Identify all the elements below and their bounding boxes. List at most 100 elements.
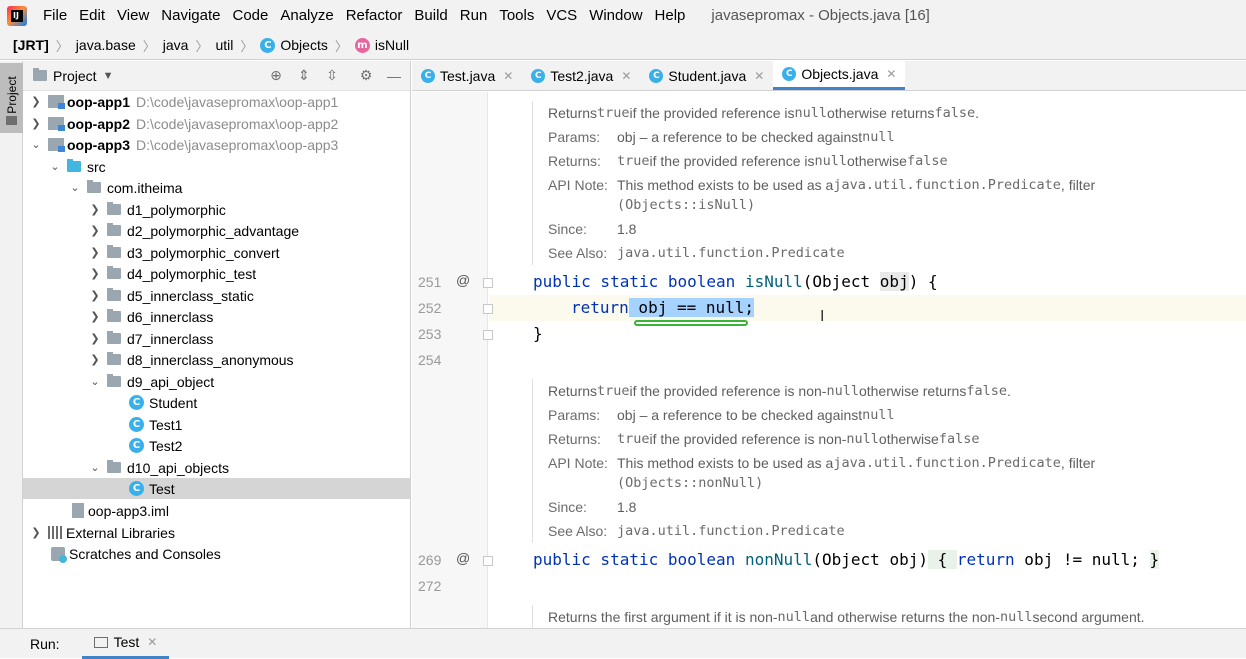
chevron-right-icon[interactable]: ❯ <box>88 267 102 280</box>
close-icon[interactable]: ✕ <box>503 69 513 83</box>
menu-analyze[interactable]: Analyze <box>274 7 339 24</box>
chevron-right-icon[interactable]: ❯ <box>29 117 43 130</box>
menu-window[interactable]: Window <box>583 7 648 24</box>
doc-link[interactable]: java.util.function.Predicate <box>833 451 1061 475</box>
chevron-right-icon[interactable]: ❯ <box>88 203 102 216</box>
menu-tools[interactable]: Tools <box>493 7 540 24</box>
tree-item-class[interactable]: C Test1 <box>23 414 410 435</box>
tree-item-class[interactable]: C Student <box>23 392 410 413</box>
tree-item-label: Test <box>149 480 175 497</box>
tree-item-external-libraries[interactable]: ❯ External Libraries <box>23 522 410 543</box>
chevron-down-icon[interactable]: ▼ <box>103 70 114 82</box>
chevron-right-icon[interactable]: ❯ <box>88 246 102 259</box>
chevron-right-icon[interactable]: ❯ <box>29 526 43 539</box>
tree-item-package[interactable]: ❯ d3_polymorphic_convert <box>23 242 410 263</box>
override-marker-icon[interactable]: @ <box>456 550 470 566</box>
menu-build[interactable]: Build <box>408 7 453 24</box>
chevron-right-icon: 〉 <box>334 38 348 54</box>
menu-navigate[interactable]: Navigate <box>155 7 226 24</box>
chevron-down-icon[interactable]: ⌄ <box>68 181 82 194</box>
collapse-all-icon[interactable]: ⇳ <box>324 67 340 84</box>
tree-item-label: com.itheima <box>107 179 183 196</box>
line-number: 269 <box>418 552 442 568</box>
override-marker-icon[interactable]: @ <box>456 272 470 288</box>
chevron-right-icon[interactable]: ❯ <box>88 332 102 345</box>
tab-student-java[interactable]: C Student.java ✕ <box>640 61 773 90</box>
fold-toggle-icon[interactable] <box>483 556 493 566</box>
chevron-right-icon[interactable]: ❯ <box>88 289 102 302</box>
doc-api-note-cont: (Objects::nonNull) <box>617 475 764 491</box>
chevron-right-icon[interactable]: ❯ <box>29 95 43 108</box>
close-icon[interactable]: ✕ <box>886 67 896 81</box>
doc-returns: Returns: true if the provided reference i… <box>548 431 980 447</box>
close-icon[interactable]: ✕ <box>147 635 157 649</box>
tree-item-com-itheima[interactable]: ⌄ com.itheima <box>23 177 410 198</box>
tab-objects-java[interactable]: C Objects.java ✕ <box>773 61 906 90</box>
doc-link[interactable]: java.util.function.Predicate <box>617 241 845 265</box>
window-title: javasepromax - Objects.java [16] <box>711 7 930 24</box>
breadcrumb-item-objects[interactable]: C Objects <box>260 37 328 53</box>
breadcrumb-item-isnull[interactable]: m isNull <box>354 37 409 53</box>
menu-help[interactable]: Help <box>649 7 692 24</box>
locate-target-icon[interactable]: ⊕ <box>268 67 284 84</box>
tab-test-java[interactable]: C Test.java ✕ <box>412 61 522 90</box>
tree-item-package[interactable]: ❯ d2_polymorphic_advantage <box>23 220 410 241</box>
tree-item-iml-file[interactable]: oop-app3.iml <box>23 500 410 521</box>
breadcrumb-item-jrt[interactable]: [JRT] <box>13 37 49 53</box>
tree-item-oop-app2[interactable]: ❯ oop-app2 D:\code\javasepromax\oop-app2 <box>23 113 410 134</box>
menu-refactor[interactable]: Refactor <box>340 7 409 24</box>
chevron-down-icon[interactable]: ⌄ <box>88 461 102 474</box>
tree-item-package[interactable]: ⌄ d10_api_objects <box>23 457 410 478</box>
menu-vcs[interactable]: VCS <box>540 7 583 24</box>
module-icon <box>48 117 65 131</box>
menu-edit[interactable]: Edit <box>73 7 111 24</box>
breadcrumb-item-java-base[interactable]: java.base <box>76 37 136 53</box>
tree-item-class-selected[interactable]: C Test <box>23 478 410 499</box>
chevron-down-icon[interactable]: ⌄ <box>48 160 62 173</box>
tree-item-package[interactable]: ⌄ d9_api_object <box>23 371 410 392</box>
tree-item-src[interactable]: ⌄ src <box>23 156 410 177</box>
doc-see-also: See Also: java.util.function.Predicate <box>548 241 1232 265</box>
tree-item-package[interactable]: ❯ d8_innerclass_anonymous <box>23 349 410 370</box>
chevron-down-icon[interactable]: ⌄ <box>88 375 102 388</box>
tree-item-package[interactable]: ❯ d4_polymorphic_test <box>23 263 410 284</box>
fold-toggle-icon[interactable] <box>483 304 493 314</box>
menu-code[interactable]: Code <box>226 7 274 24</box>
code-editor[interactable]: 251 252 253 254 269 272 @ @ Returns true… <box>412 92 1246 628</box>
module-icon <box>48 138 65 152</box>
tab-test2-java[interactable]: C Test2.java ✕ <box>522 61 640 90</box>
close-icon[interactable]: ✕ <box>754 69 764 83</box>
menu-view[interactable]: View <box>111 7 155 24</box>
minimize-icon[interactable]: — <box>386 68 402 84</box>
project-view-selector[interactable]: Project <box>53 68 97 84</box>
chevron-down-icon[interactable]: ⌄ <box>29 138 43 151</box>
run-tab-test[interactable]: Test ✕ <box>81 629 170 659</box>
breadcrumb-item-util[interactable]: util <box>215 37 233 53</box>
close-icon[interactable]: ✕ <box>621 69 631 83</box>
breadcrumb-item-java[interactable]: java <box>163 37 189 53</box>
tree-item-oop-app1[interactable]: ❯ oop-app1 D:\code\javasepromax\oop-app1 <box>23 91 410 112</box>
chevron-right-icon[interactable]: ❯ <box>88 224 102 237</box>
project-tool-button[interactable]: Project <box>0 63 23 133</box>
tree-item-label: oop-app2 <box>67 115 130 132</box>
fold-toggle-icon[interactable] <box>483 330 493 340</box>
tree-item-class[interactable]: C Test2 <box>23 435 410 456</box>
tree-item-package[interactable]: ❯ d6_innerclass <box>23 306 410 327</box>
tree-item-package[interactable]: ❯ d1_polymorphic <box>23 199 410 220</box>
expand-all-icon[interactable]: ⇕ <box>296 67 312 84</box>
menu-run[interactable]: Run <box>454 7 494 24</box>
gear-icon[interactable]: ⚙ <box>358 67 374 84</box>
tree-item-scratches[interactable]: Scratches and Consoles <box>23 543 410 564</box>
fold-toggle-icon[interactable] <box>483 278 493 288</box>
tree-item-package[interactable]: ❯ d5_innerclass_static <box>23 285 410 306</box>
class-runnable-icon: C <box>129 417 144 432</box>
menu-file[interactable]: File <box>37 7 73 24</box>
library-icon <box>48 526 62 539</box>
chevron-right-icon[interactable]: ❯ <box>88 310 102 323</box>
tree-item-oop-app3[interactable]: ⌄ oop-app3 D:\code\javasepromax\oop-app3 <box>23 134 410 155</box>
chevron-right-icon[interactable]: ❯ <box>88 353 102 366</box>
javadoc-block-isnull: Returns true if the provided reference i… <box>532 101 1232 265</box>
doc-link[interactable]: java.util.function.Predicate <box>617 519 845 543</box>
doc-link[interactable]: java.util.function.Predicate <box>833 173 1061 197</box>
tree-item-package[interactable]: ❯ d7_innerclass <box>23 328 410 349</box>
